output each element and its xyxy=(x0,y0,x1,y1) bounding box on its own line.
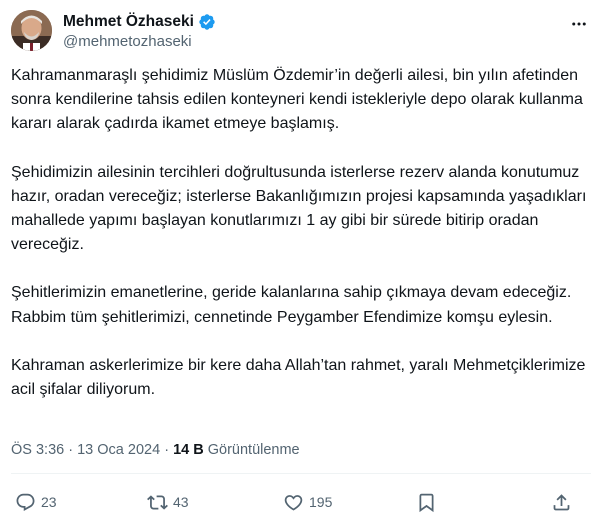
tweet-paragraph: Kahraman askerlerimize bir kere daha All… xyxy=(11,356,586,399)
author-handle[interactable]: @mehmetozhaseki xyxy=(63,33,192,50)
reply-button[interactable]: 23 xyxy=(15,484,57,520)
reply-count: 23 xyxy=(41,494,57,510)
meta-separator: · xyxy=(68,442,74,458)
bookmark-button[interactable] xyxy=(416,484,437,520)
author-name-row: Mehmet Özhaseki xyxy=(63,12,216,32)
more-options-button[interactable] xyxy=(569,14,589,34)
retweet-count: 43 xyxy=(173,494,189,510)
views-count: 14 B xyxy=(173,442,204,458)
tweet-card: Mehmet Özhaseki @mehmetozhaseki Kahraman… xyxy=(0,0,602,530)
tweet-paragraph: Kahramanmaraşlı şehidimiz Müslüm Özdemir… xyxy=(11,67,583,133)
action-bar: 23 43 195 xyxy=(11,484,591,520)
bookmark-icon xyxy=(419,493,434,512)
like-button[interactable]: 195 xyxy=(283,484,332,520)
avatar[interactable] xyxy=(11,10,52,51)
retweet-icon xyxy=(147,494,168,510)
avatar-photo xyxy=(11,10,52,51)
verified-badge-icon xyxy=(198,13,216,31)
more-icon xyxy=(572,22,586,26)
reply-icon xyxy=(16,493,35,511)
views-label: Görüntülenme xyxy=(207,442,300,458)
tweet-time[interactable]: ÖS 3:36 xyxy=(11,442,64,458)
divider xyxy=(11,473,591,474)
like-count: 195 xyxy=(309,494,333,510)
retweet-button[interactable]: 43 xyxy=(147,484,189,520)
like-icon xyxy=(284,494,303,511)
tweet-paragraph: Şehidimizin ailesinin tercihleri doğrult… xyxy=(11,163,587,254)
meta-separator: · xyxy=(164,442,170,458)
author-name[interactable]: Mehmet Özhaseki xyxy=(63,13,194,31)
share-icon xyxy=(553,493,570,510)
tweet-date[interactable]: 13 Oca 2024 xyxy=(77,442,160,458)
tweet-header: Mehmet Özhaseki @mehmetozhaseki xyxy=(11,10,591,54)
tweet-text: Kahramanmaraşlı şehidimiz Müslüm Özdemir… xyxy=(11,64,591,402)
share-button[interactable] xyxy=(551,484,572,520)
tweet-paragraph: Şehitlerimizin emanetlerine, geride kala… xyxy=(11,284,572,326)
tweet-meta: ÖS 3:36 · 13 Oca 2024 · 14 B Görüntülenm… xyxy=(11,442,300,458)
